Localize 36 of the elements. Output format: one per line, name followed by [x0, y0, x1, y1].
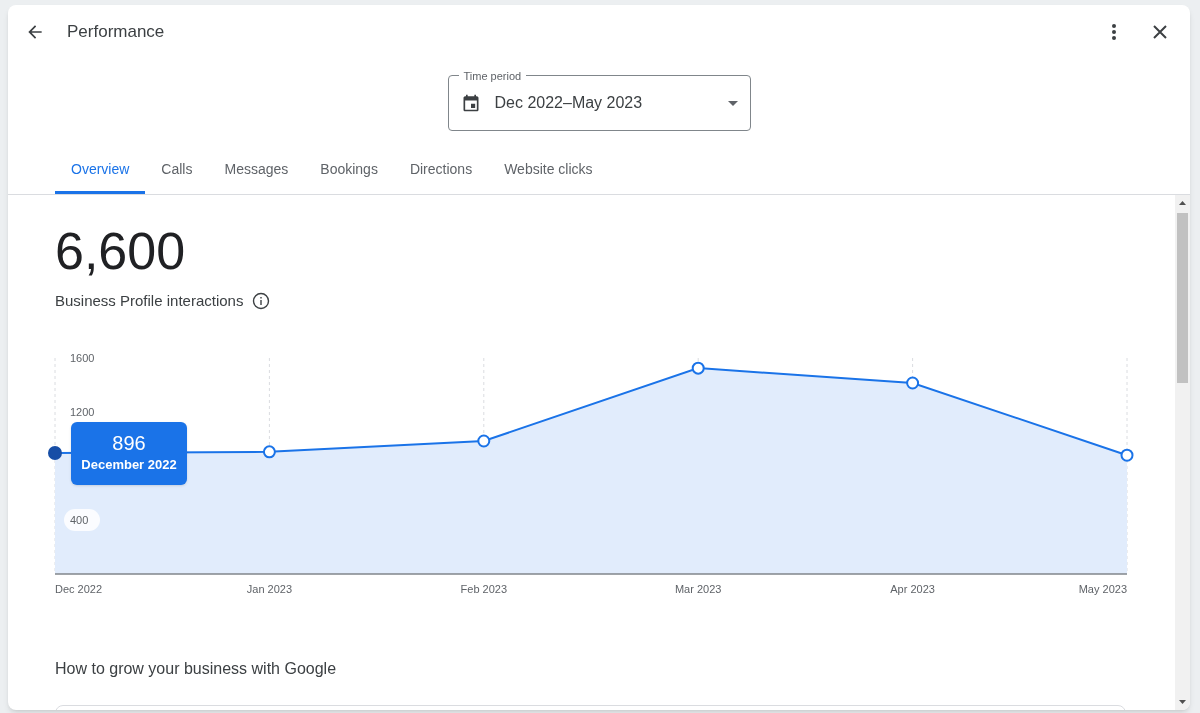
dialog-title: Performance [67, 21, 165, 44]
data-point[interactable] [477, 434, 491, 448]
x-tick-label: Mar 2023 [674, 582, 722, 595]
tooltip-value: 896 [112, 431, 146, 456]
tab[interactable]: Bookings [304, 157, 394, 194]
scroll-down-icon [1179, 700, 1186, 704]
scrollbar-thumb[interactable] [1177, 213, 1188, 383]
x-tick-label: Jan 2023 [246, 582, 293, 595]
more-vertical-icon [1112, 24, 1116, 40]
close-icon [1152, 24, 1168, 40]
scroll-up-icon [1179, 201, 1186, 205]
metric-label: Business Profile interactions [55, 291, 244, 311]
data-point[interactable] [48, 445, 62, 460]
data-point[interactable] [1120, 448, 1134, 462]
tab[interactable]: Directions [393, 157, 489, 194]
total-count: 6,600 [55, 221, 187, 281]
tab[interactable]: Calls [145, 157, 209, 194]
x-tick-label: Apr 2023 [890, 582, 935, 595]
data-point[interactable] [906, 376, 920, 389]
dropdown-caret-icon [727, 100, 738, 106]
tab[interactable]: Website clicks [488, 157, 609, 194]
y-tick-label: 400 [70, 513, 89, 526]
y-tick-label: 1600 [70, 351, 95, 364]
tab[interactable]: Overview [55, 157, 146, 194]
scrollbar[interactable] [1175, 195, 1190, 710]
data-point[interactable] [691, 361, 705, 375]
field-value: Dec 2022–May 2023 [494, 93, 643, 113]
data-point[interactable] [262, 444, 276, 458]
tab[interactable]: Messages [208, 157, 305, 194]
y-tick-label: 1200 [70, 405, 95, 418]
info-icon[interactable] [252, 292, 271, 311]
tooltip-label: December 2022 [81, 456, 177, 475]
x-tick-label: Feb 2023 [460, 582, 508, 595]
x-tick-label: May 2023 [1078, 582, 1127, 595]
section-heading: How to grow your business with Google [55, 658, 338, 679]
x-tick-label: Dec 2022 [55, 582, 103, 595]
